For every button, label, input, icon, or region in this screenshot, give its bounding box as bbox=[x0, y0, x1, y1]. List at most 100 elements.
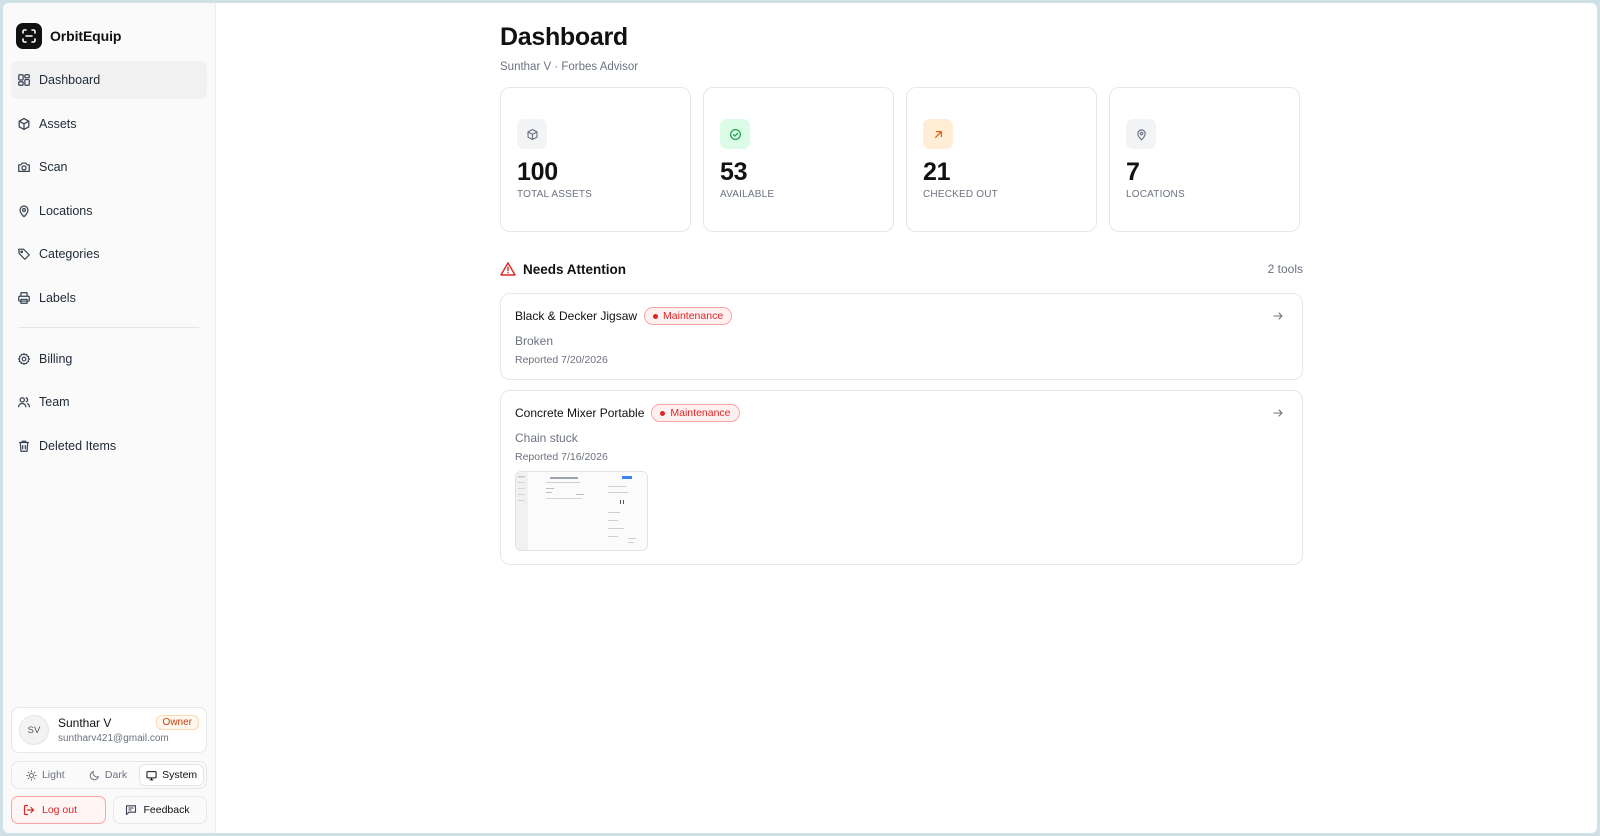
stat-label: TOTAL ASSETS bbox=[517, 189, 593, 200]
sidebar-footer: SV Sunthar V suntharv421@gmail.com Owner… bbox=[3, 707, 215, 833]
dashboard-content: Dashboard Sunthar V · Forbes Advisor 100… bbox=[500, 23, 1303, 565]
logout-button[interactable]: Log out bbox=[11, 796, 106, 824]
feedback-label: Feedback bbox=[143, 804, 190, 816]
sidebar-item-locations[interactable]: Locations bbox=[11, 192, 207, 230]
sidebar-item-deleted-items[interactable]: Deleted Items bbox=[11, 427, 207, 465]
theme-dark-button[interactable]: Dark bbox=[77, 764, 140, 786]
app-logo-icon bbox=[16, 23, 42, 49]
item-header: Concrete Mixer Portable Maintenance bbox=[515, 404, 1288, 422]
arrow-up-right-icon bbox=[923, 119, 953, 149]
status-badge: Maintenance bbox=[651, 404, 740, 422]
sidebar-item-label: Locations bbox=[39, 203, 93, 218]
sidebar-item-label: Team bbox=[39, 395, 70, 409]
item-date: Reported 7/16/2026 bbox=[515, 451, 608, 463]
sidebar-nav: Dashboard Assets Scan Locations Categori… bbox=[3, 55, 215, 470]
printer-icon bbox=[18, 291, 30, 304]
attention-item[interactable]: Concrete Mixer Portable Maintenance Chai… bbox=[500, 390, 1303, 565]
trash-icon bbox=[19, 440, 29, 452]
sidebar-item-scan[interactable]: Scan bbox=[11, 148, 207, 186]
stats-row: 100 TOTAL ASSETS 53 AVAILABLE 21 CHECKED… bbox=[500, 87, 1303, 232]
box-icon bbox=[18, 117, 30, 130]
screenshot-thumbnail-image bbox=[516, 472, 647, 550]
sidebar-item-label: Labels bbox=[39, 290, 76, 305]
item-photo-thumbnail[interactable] bbox=[515, 471, 648, 551]
user-email: suntharv421@gmail.com bbox=[58, 733, 169, 744]
logout-icon bbox=[23, 804, 35, 816]
arrow-right-icon[interactable] bbox=[1272, 407, 1284, 419]
sidebar-item-team[interactable]: Team bbox=[11, 383, 207, 421]
users-icon bbox=[17, 397, 31, 408]
stat-label: CHECKED OUT bbox=[923, 189, 998, 200]
item-note: Broken bbox=[515, 334, 554, 348]
sun-icon bbox=[26, 769, 37, 781]
brand[interactable]: OrbitEquip bbox=[3, 3, 215, 55]
alert-triangle-icon bbox=[500, 262, 516, 276]
item-name: Concrete Mixer Portable bbox=[515, 406, 645, 420]
stat-value: 21 bbox=[923, 158, 951, 186]
main-content: Dashboard Sunthar V · Forbes Advisor 100… bbox=[216, 3, 1597, 833]
item-header: Black & Decker Jigsaw Maintenance bbox=[515, 307, 1288, 325]
stat-label: AVAILABLE bbox=[720, 189, 775, 200]
theme-light-button[interactable]: Light bbox=[14, 764, 77, 786]
logout-label: Log out bbox=[42, 804, 78, 816]
stat-value: 7 bbox=[1126, 158, 1140, 186]
avatar: SV bbox=[19, 715, 49, 745]
page-title: Dashboard bbox=[500, 23, 628, 51]
status-dot bbox=[660, 410, 666, 416]
camera-icon bbox=[18, 162, 30, 172]
feedback-button[interactable]: Feedback bbox=[112, 796, 207, 824]
stat-value: 53 bbox=[720, 158, 748, 186]
sidebar-item-label: Deleted Items bbox=[39, 438, 117, 453]
status-label: Maintenance bbox=[670, 407, 731, 419]
user-info: Sunthar V suntharv421@gmail.com bbox=[58, 716, 169, 744]
role-badge: Owner bbox=[155, 715, 199, 730]
dashboard-icon bbox=[18, 74, 30, 86]
tag-icon bbox=[18, 248, 30, 260]
stat-card-locations[interactable]: 7 LOCATIONS bbox=[1109, 87, 1300, 232]
sidebar-item-label: Assets bbox=[39, 116, 77, 131]
theme-system-label: System bbox=[162, 769, 198, 781]
map-pin-icon bbox=[19, 204, 29, 218]
attention-item[interactable]: Black & Decker Jigsaw Maintenance Broken… bbox=[500, 293, 1303, 380]
monitor-icon bbox=[146, 770, 157, 780]
attention-count: 2 tools bbox=[1267, 262, 1303, 276]
stat-card-checked-out[interactable]: 21 CHECKED OUT bbox=[906, 87, 1097, 232]
section-title: Needs Attention bbox=[523, 261, 627, 277]
stat-label: LOCATIONS bbox=[1126, 189, 1185, 200]
status-badge: Maintenance bbox=[644, 307, 733, 325]
theme-system-button[interactable]: System bbox=[139, 764, 205, 786]
item-date: Reported 7/20/2026 bbox=[515, 354, 608, 366]
status-label: Maintenance bbox=[663, 310, 724, 322]
stat-card-total-assets[interactable]: 100 TOTAL ASSETS bbox=[500, 87, 691, 232]
footer-actions: Log out Feedback bbox=[11, 796, 207, 824]
user-name: Sunthar V bbox=[58, 716, 112, 730]
sidebar-item-categories[interactable]: Categories bbox=[11, 235, 207, 273]
check-circle-icon bbox=[720, 119, 750, 149]
gear-icon bbox=[17, 352, 31, 365]
sidebar-item-label: Dashboard bbox=[39, 73, 101, 87]
sidebar-item-assets[interactable]: Assets bbox=[11, 105, 207, 143]
item-note: Chain stuck bbox=[515, 431, 578, 445]
sidebar: OrbitEquip Dashboard Assets Scan Locatio… bbox=[3, 3, 216, 833]
status-dot bbox=[653, 313, 659, 319]
stat-value: 100 bbox=[517, 158, 558, 186]
theme-light-label: Light bbox=[41, 769, 65, 781]
needs-attention-header: Needs Attention 2 tools bbox=[500, 259, 1303, 279]
sidebar-item-dashboard[interactable]: Dashboard bbox=[11, 61, 207, 99]
app-window: OrbitEquip Dashboard Assets Scan Locatio… bbox=[3, 3, 1597, 833]
sidebar-item-label: Scan bbox=[39, 160, 68, 174]
page-subtitle: Sunthar V · Forbes Advisor bbox=[500, 61, 639, 73]
stat-card-available[interactable]: 53 AVAILABLE bbox=[703, 87, 894, 232]
box-icon bbox=[517, 119, 547, 149]
item-name: Black & Decker Jigsaw bbox=[515, 309, 638, 323]
arrow-right-icon[interactable] bbox=[1272, 310, 1284, 322]
sidebar-item-labels[interactable]: Labels bbox=[11, 279, 207, 317]
message-square-icon bbox=[125, 805, 136, 816]
theme-dark-label: Dark bbox=[104, 769, 128, 781]
sidebar-item-label: Categories bbox=[39, 247, 100, 261]
user-card[interactable]: SV Sunthar V suntharv421@gmail.com Owner bbox=[11, 707, 207, 753]
sidebar-divider bbox=[19, 326, 199, 328]
theme-switcher: Light Dark System bbox=[11, 761, 207, 789]
moon-icon bbox=[89, 770, 100, 780]
sidebar-item-billing[interactable]: Billing bbox=[11, 340, 207, 378]
